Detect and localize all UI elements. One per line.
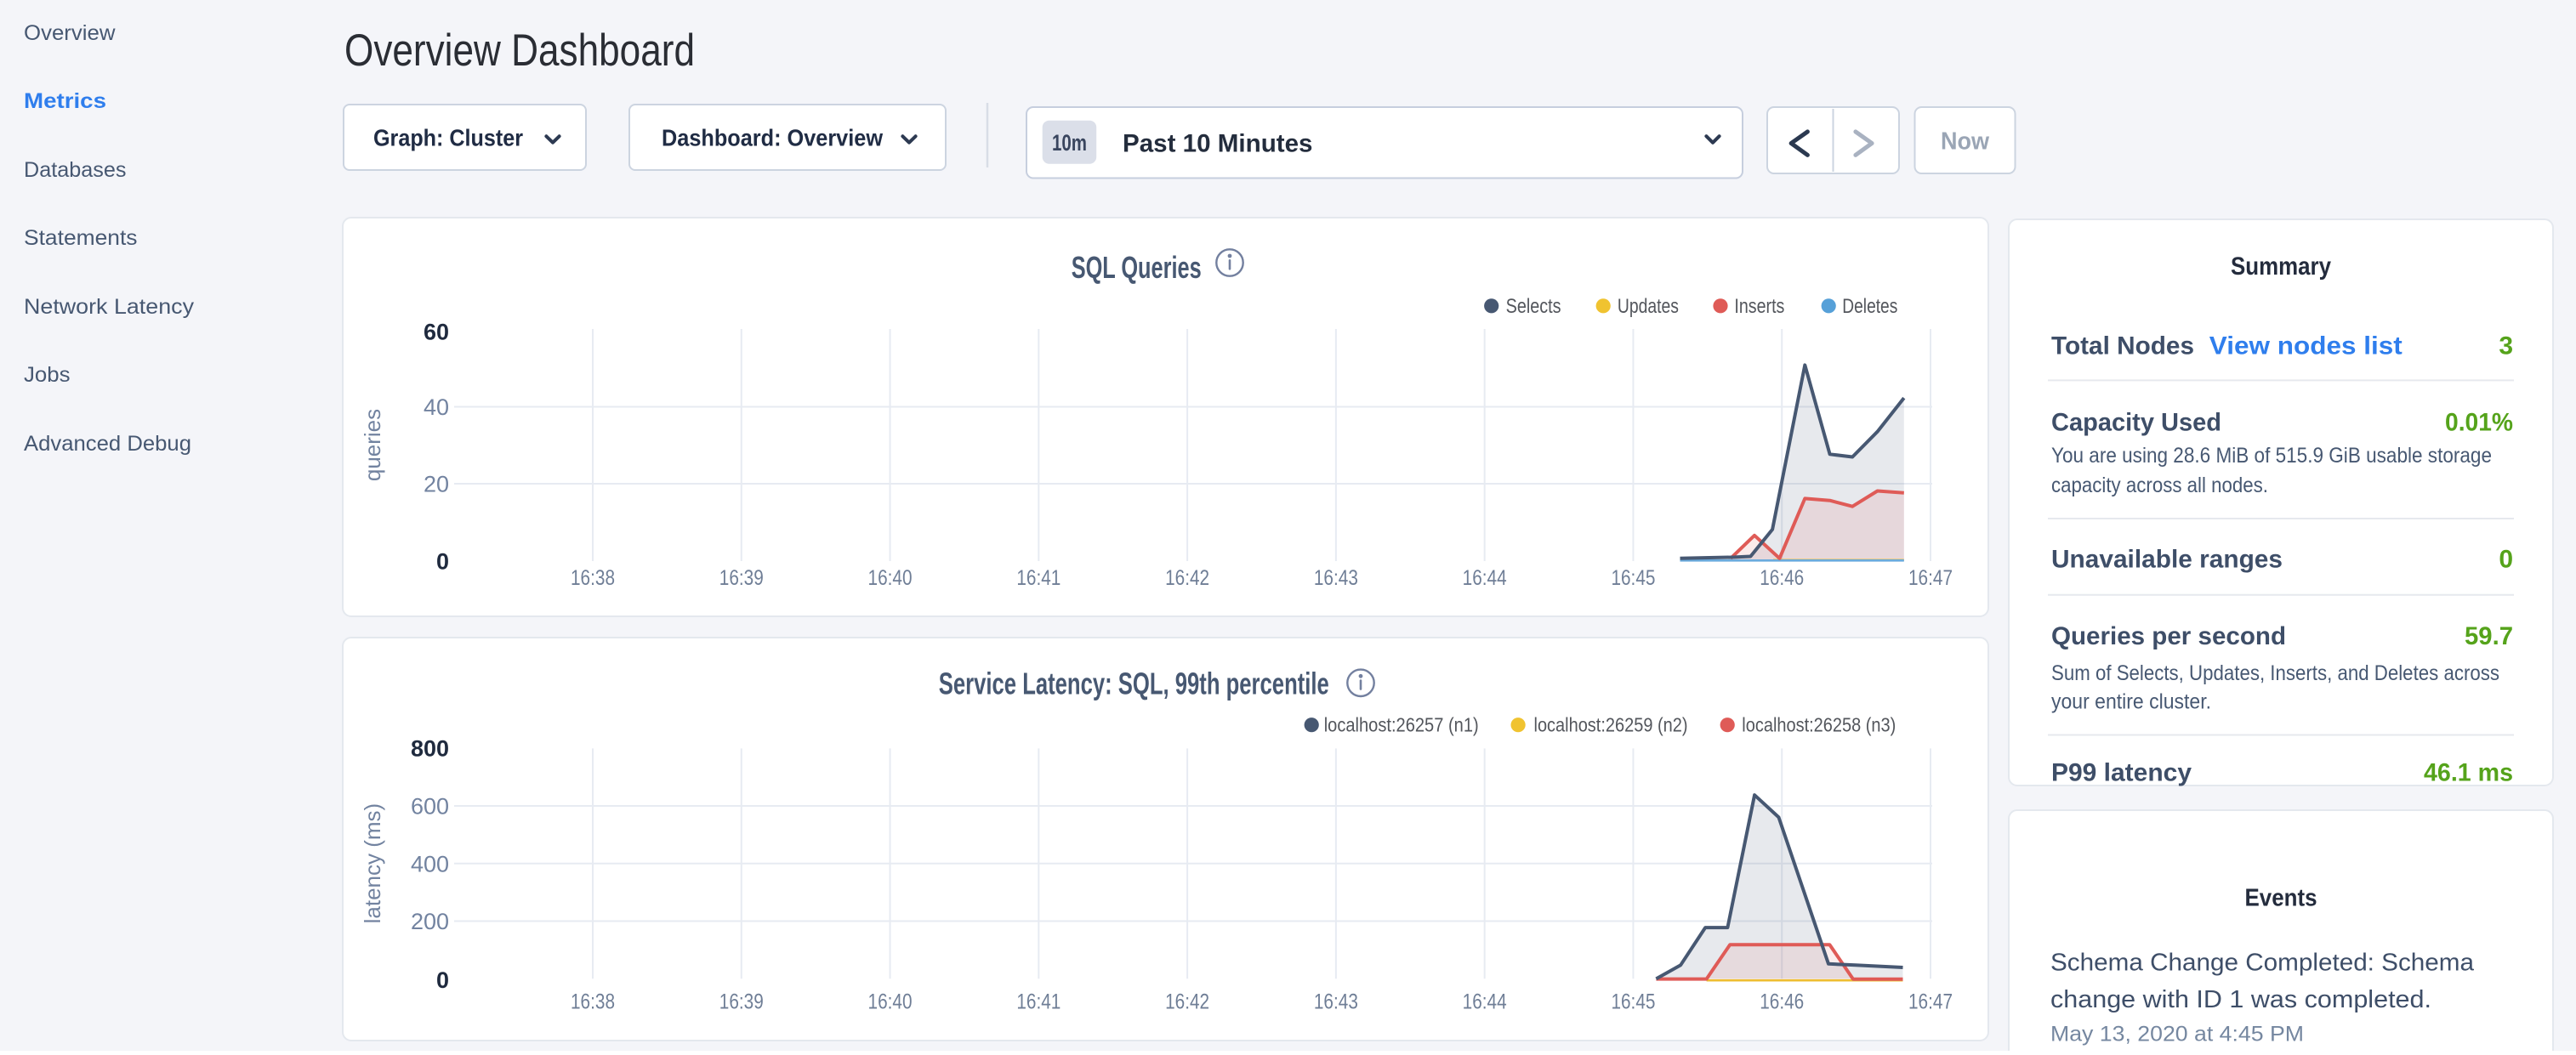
svg-text:16:47: 16:47 (1908, 566, 1953, 590)
svg-text:Unavailable ranges: Unavailable ranges (2051, 546, 2283, 574)
svg-text:Queries per second: Queries per second (2051, 622, 2286, 650)
svg-text:16:41: 16:41 (1016, 990, 1061, 1014)
svg-text:0: 0 (2499, 546, 2513, 574)
svg-text:Capacity Used: Capacity Used (2051, 408, 2221, 436)
svg-text:View nodes list: View nodes list (2209, 332, 2403, 360)
svg-text:10m: 10m (1052, 130, 1087, 156)
svg-text:May 13, 2020 at 4:45 PM: May 13, 2020 at 4:45 PM (2050, 1022, 2304, 1046)
svg-text:your entire cluster.: your entire cluster. (2051, 689, 2211, 713)
svg-text:16:38: 16:38 (571, 990, 615, 1014)
svg-text:Schema Change Completed: Schem: Schema Change Completed: Schema (2050, 950, 2475, 977)
svg-text:16:46: 16:46 (1760, 566, 1804, 590)
svg-text:600: 600 (411, 794, 449, 820)
svg-text:Sum of Selects, Updates, Inser: Sum of Selects, Updates, Inserts, and De… (2051, 661, 2499, 685)
svg-text:Dashboard: Overview: Dashboard: Overview (662, 125, 883, 151)
svg-text:SQL Queries: SQL Queries (1072, 250, 1202, 285)
svg-text:60: 60 (424, 320, 449, 345)
svg-text:Statements: Statements (24, 226, 138, 250)
svg-text:Selects: Selects (1506, 295, 1561, 318)
svg-text:Inserts: Inserts (1734, 295, 1784, 318)
svg-text:16:42: 16:42 (1165, 566, 1209, 590)
svg-text:You are using 28.6 MiB of 515.: You are using 28.6 MiB of 515.9 GiB usab… (2051, 444, 2492, 468)
svg-text:Total Nodes: Total Nodes (2051, 332, 2194, 360)
svg-text:localhost:26258 (n3): localhost:26258 (n3) (1742, 714, 1896, 736)
svg-text:Metrics: Metrics (24, 89, 106, 113)
svg-text:16:40: 16:40 (868, 990, 913, 1014)
svg-text:40: 40 (424, 394, 449, 420)
svg-text:Network Latency: Network Latency (24, 295, 195, 319)
svg-text:Service Latency: SQL, 99th per: Service Latency: SQL, 99th percentile (939, 666, 1329, 701)
svg-text:16:45: 16:45 (1611, 566, 1655, 590)
svg-text:Jobs: Jobs (24, 363, 71, 387)
svg-text:0: 0 (436, 549, 449, 575)
svg-text:localhost:26257 (n1): localhost:26257 (n1) (1324, 714, 1479, 736)
svg-text:16:42: 16:42 (1165, 990, 1209, 1014)
svg-text:Events: Events (2245, 885, 2317, 912)
svg-text:20: 20 (424, 472, 449, 497)
svg-text:16:39: 16:39 (719, 990, 764, 1014)
svg-text:59.7: 59.7 (2465, 622, 2513, 650)
svg-text:P99 latency: P99 latency (2051, 758, 2192, 786)
svg-text:200: 200 (411, 909, 449, 934)
svg-text:Graph: Cluster: Graph: Cluster (373, 125, 523, 151)
svg-text:16:43: 16:43 (1314, 990, 1358, 1014)
svg-text:Deletes: Deletes (1842, 295, 1897, 318)
svg-text:16:43: 16:43 (1314, 566, 1358, 590)
svg-text:localhost:26259 (n2): localhost:26259 (n2) (1534, 714, 1688, 736)
svg-text:16:40: 16:40 (868, 566, 913, 590)
svg-text:0: 0 (436, 967, 449, 993)
svg-text:16:44: 16:44 (1463, 990, 1507, 1014)
svg-text:Past 10 Minutes: Past 10 Minutes (1123, 130, 1313, 158)
svg-text:Now: Now (1941, 128, 1989, 155)
svg-text:0.01%: 0.01% (2445, 408, 2513, 436)
svg-text:queries: queries (360, 409, 385, 481)
svg-text:16:45: 16:45 (1611, 990, 1655, 1014)
svg-text:Updates: Updates (1618, 295, 1679, 318)
svg-text:16:41: 16:41 (1016, 566, 1061, 590)
svg-text:16:44: 16:44 (1463, 566, 1507, 590)
svg-text:Overview Dashboard: Overview Dashboard (344, 26, 695, 76)
svg-text:Advanced Debug: Advanced Debug (24, 432, 191, 456)
svg-text:Overview: Overview (24, 21, 116, 45)
svg-text:16:47: 16:47 (1908, 990, 1953, 1014)
svg-text:16:46: 16:46 (1760, 990, 1804, 1014)
svg-text:Summary: Summary (2231, 252, 2331, 281)
svg-text:400: 400 (411, 851, 449, 876)
svg-text:latency (ms): latency (ms) (360, 803, 385, 924)
svg-text:800: 800 (411, 736, 449, 762)
svg-text:46.1 ms: 46.1 ms (2424, 758, 2513, 786)
svg-text:16:39: 16:39 (719, 566, 764, 590)
svg-text:change with ID 1 was completed: change with ID 1 was completed. (2050, 986, 2431, 1013)
svg-text:16:38: 16:38 (571, 566, 615, 590)
svg-text:3: 3 (2499, 332, 2513, 360)
svg-text:capacity across all nodes.: capacity across all nodes. (2051, 474, 2268, 497)
svg-text:Databases: Databases (24, 158, 127, 182)
